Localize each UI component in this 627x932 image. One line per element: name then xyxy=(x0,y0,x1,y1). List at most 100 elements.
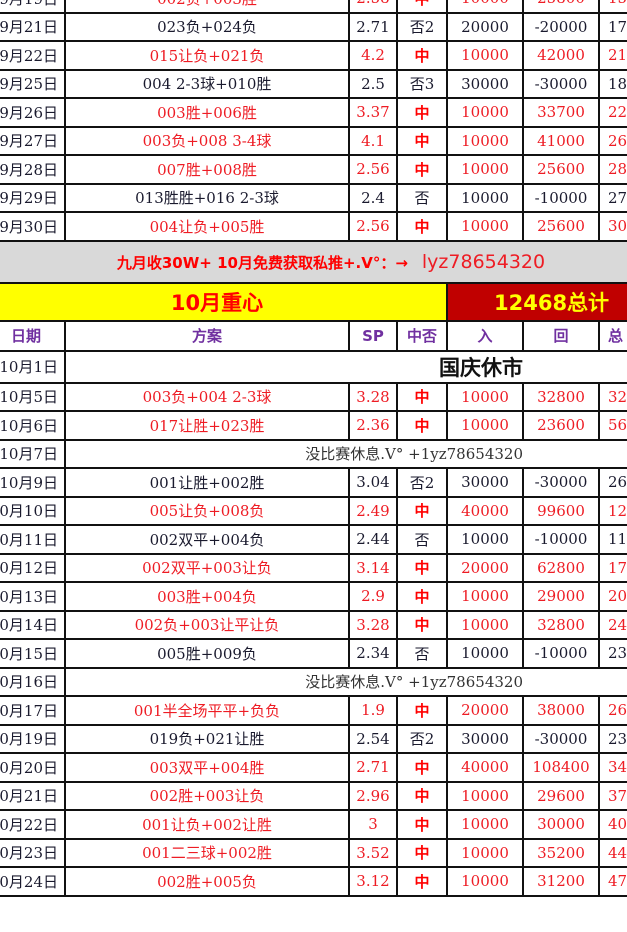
header-hit[interactable]: 中否 xyxy=(396,319,448,352)
cell-sp[interactable]: 2.9 xyxy=(348,581,398,612)
cell-plan[interactable]: 013胜胜+016 2-3球 xyxy=(64,182,350,213)
cell-plan[interactable]: 015让负+021负 xyxy=(64,40,350,71)
cell-date[interactable]: 9月29日 xyxy=(0,182,66,213)
cell-total[interactable]: 23 xyxy=(598,723,627,754)
cell-sp[interactable]: 4.2 xyxy=(348,40,398,71)
cell-back[interactable]: 29000 xyxy=(522,581,600,612)
header-total[interactable]: 总 xyxy=(598,319,627,352)
cell-in[interactable]: 10000 xyxy=(446,609,524,640)
cell-hit[interactable]: 中 xyxy=(396,211,448,242)
cell-date[interactable]: 10月17日 xyxy=(0,695,66,726)
cell-in[interactable]: 10000 xyxy=(446,0,524,14)
cell-back[interactable]: 25600 xyxy=(522,211,600,242)
cell-back[interactable]: -30000 xyxy=(522,467,600,498)
cell-total[interactable]: 37 xyxy=(598,780,627,811)
cell-sp[interactable]: 2.44 xyxy=(348,524,398,555)
cell-date[interactable]: 10月7日 xyxy=(0,438,66,469)
cell-hit[interactable]: 否 xyxy=(396,524,448,555)
cell-sp[interactable]: 3.28 xyxy=(348,381,398,412)
cell-total[interactable]: 17 xyxy=(598,11,627,42)
cell-total[interactable]: 34 xyxy=(598,752,627,783)
cell-plan[interactable]: 017让胜+023胜 xyxy=(64,410,350,441)
cell-hit[interactable]: 中 xyxy=(396,495,448,526)
cell-date[interactable]: 10月20日 xyxy=(0,752,66,783)
cell-plan[interactable]: 003胜+006胜 xyxy=(64,97,350,128)
cell-hit[interactable]: 中 xyxy=(396,40,448,71)
cell-hit[interactable]: 否 xyxy=(396,638,448,669)
cell-hit[interactable]: 中 xyxy=(396,866,448,897)
cell-date[interactable]: 9月27日 xyxy=(0,125,66,156)
cell-in[interactable]: 20000 xyxy=(446,695,524,726)
cell-total[interactable]: 26 xyxy=(598,467,627,498)
cell-total[interactable]: 26 xyxy=(598,125,627,156)
cell-plan[interactable]: 002胜+003让负 xyxy=(64,780,350,811)
cell-in[interactable]: 10000 xyxy=(446,211,524,242)
cell-plan[interactable]: 003胜+004负 xyxy=(64,581,350,612)
cell-in[interactable]: 10000 xyxy=(446,97,524,128)
cell-date[interactable]: 10月24日 xyxy=(0,866,66,897)
cell-back[interactable]: -10000 xyxy=(522,638,600,669)
cell-back[interactable]: 25600 xyxy=(522,154,600,185)
cell-in[interactable]: 30000 xyxy=(446,723,524,754)
cell-date[interactable]: 10月11日 xyxy=(0,524,66,555)
cell-sp[interactable]: 2.71 xyxy=(348,11,398,42)
cell-hit[interactable]: 中 xyxy=(396,0,448,14)
cell-back[interactable]: -10000 xyxy=(522,182,600,213)
cell-in[interactable]: 10000 xyxy=(446,154,524,185)
cell-plan[interactable]: 003双平+004胜 xyxy=(64,752,350,783)
cell-back[interactable]: -30000 xyxy=(522,68,600,99)
cell-back[interactable]: 41000 xyxy=(522,125,600,156)
cell-sp[interactable]: 2.58 xyxy=(348,0,398,14)
rest-filler[interactable] xyxy=(523,666,627,697)
cell-sp[interactable]: 3.37 xyxy=(348,97,398,128)
cell-date[interactable]: 10月14日 xyxy=(0,609,66,640)
cell-back[interactable]: 62800 xyxy=(522,552,600,583)
cell-back[interactable]: -30000 xyxy=(522,723,600,754)
cell-back[interactable]: 99600 xyxy=(522,495,600,526)
cell-sp[interactable]: 3.04 xyxy=(348,467,398,498)
cell-in[interactable]: 10000 xyxy=(446,524,524,555)
cell-date[interactable]: 9月26日 xyxy=(0,97,66,128)
cell-in[interactable]: 10000 xyxy=(446,809,524,840)
cell-date[interactable]: 9月19日 xyxy=(0,0,66,14)
cell-in[interactable]: 10000 xyxy=(446,638,524,669)
cell-hit[interactable]: 否2 xyxy=(396,723,448,754)
cell-plan[interactable]: 019负+021让胜 xyxy=(64,723,350,754)
cell-date[interactable]: 10月16日 xyxy=(0,666,66,697)
cell-hit[interactable]: 中 xyxy=(396,752,448,783)
header-in[interactable]: 入 xyxy=(446,319,524,352)
cell-sp[interactable]: 2.36 xyxy=(348,410,398,441)
cell-total[interactable]: 24 xyxy=(598,609,627,640)
rest-text[interactable]: 没比赛休息.V° +1yz78654320 xyxy=(64,438,523,469)
cell-in[interactable]: 10000 xyxy=(446,581,524,612)
cell-in[interactable]: 10000 xyxy=(446,866,524,897)
cell-plan[interactable]: 003负+004 2-3球 xyxy=(64,381,350,412)
cell-total[interactable]: 20 xyxy=(598,581,627,612)
cell-plan[interactable]: 005胜+009负 xyxy=(64,638,350,669)
cell-hit[interactable]: 中 xyxy=(396,410,448,441)
cell-hit[interactable]: 中 xyxy=(396,97,448,128)
cell-hit[interactable]: 否2 xyxy=(396,11,448,42)
cell-hit[interactable]: 中 xyxy=(396,609,448,640)
cell-date[interactable]: 10月12日 xyxy=(0,552,66,583)
cell-sp[interactable]: 2.49 xyxy=(348,495,398,526)
cell-sp[interactable]: 3.12 xyxy=(348,866,398,897)
cell-total[interactable]: 23 xyxy=(598,638,627,669)
cell-date[interactable]: 10月21日 xyxy=(0,780,66,811)
cell-hit[interactable]: 中 xyxy=(396,695,448,726)
cell-total[interactable]: 26 xyxy=(598,695,627,726)
cell-sp[interactable]: 2.5 xyxy=(348,68,398,99)
cell-sp[interactable]: 3 xyxy=(348,809,398,840)
promo-banner[interactable]: 九月收30W+ 10月免费获取私推+.V°：→ lyz78654320 xyxy=(0,239,627,284)
cell-plan[interactable]: 007胜+008胜 xyxy=(64,154,350,185)
cell-back[interactable]: 29600 xyxy=(522,780,600,811)
cell-plan[interactable]: 005让负+008负 xyxy=(64,495,350,526)
cell-plan[interactable]: 002胜+005负 xyxy=(64,866,350,897)
cell-plan[interactable]: 001二三球+002胜 xyxy=(64,837,350,868)
cell-back[interactable]: 33700 xyxy=(522,97,600,128)
cell-back[interactable]: 108400 xyxy=(522,752,600,783)
cell-plan[interactable]: 002负+003让平让负 xyxy=(64,609,350,640)
rest-text[interactable]: 没比赛休息.V° +1yz78654320 xyxy=(64,666,523,697)
cell-total[interactable]: 27 xyxy=(598,182,627,213)
cell-total[interactable]: 22 xyxy=(598,97,627,128)
